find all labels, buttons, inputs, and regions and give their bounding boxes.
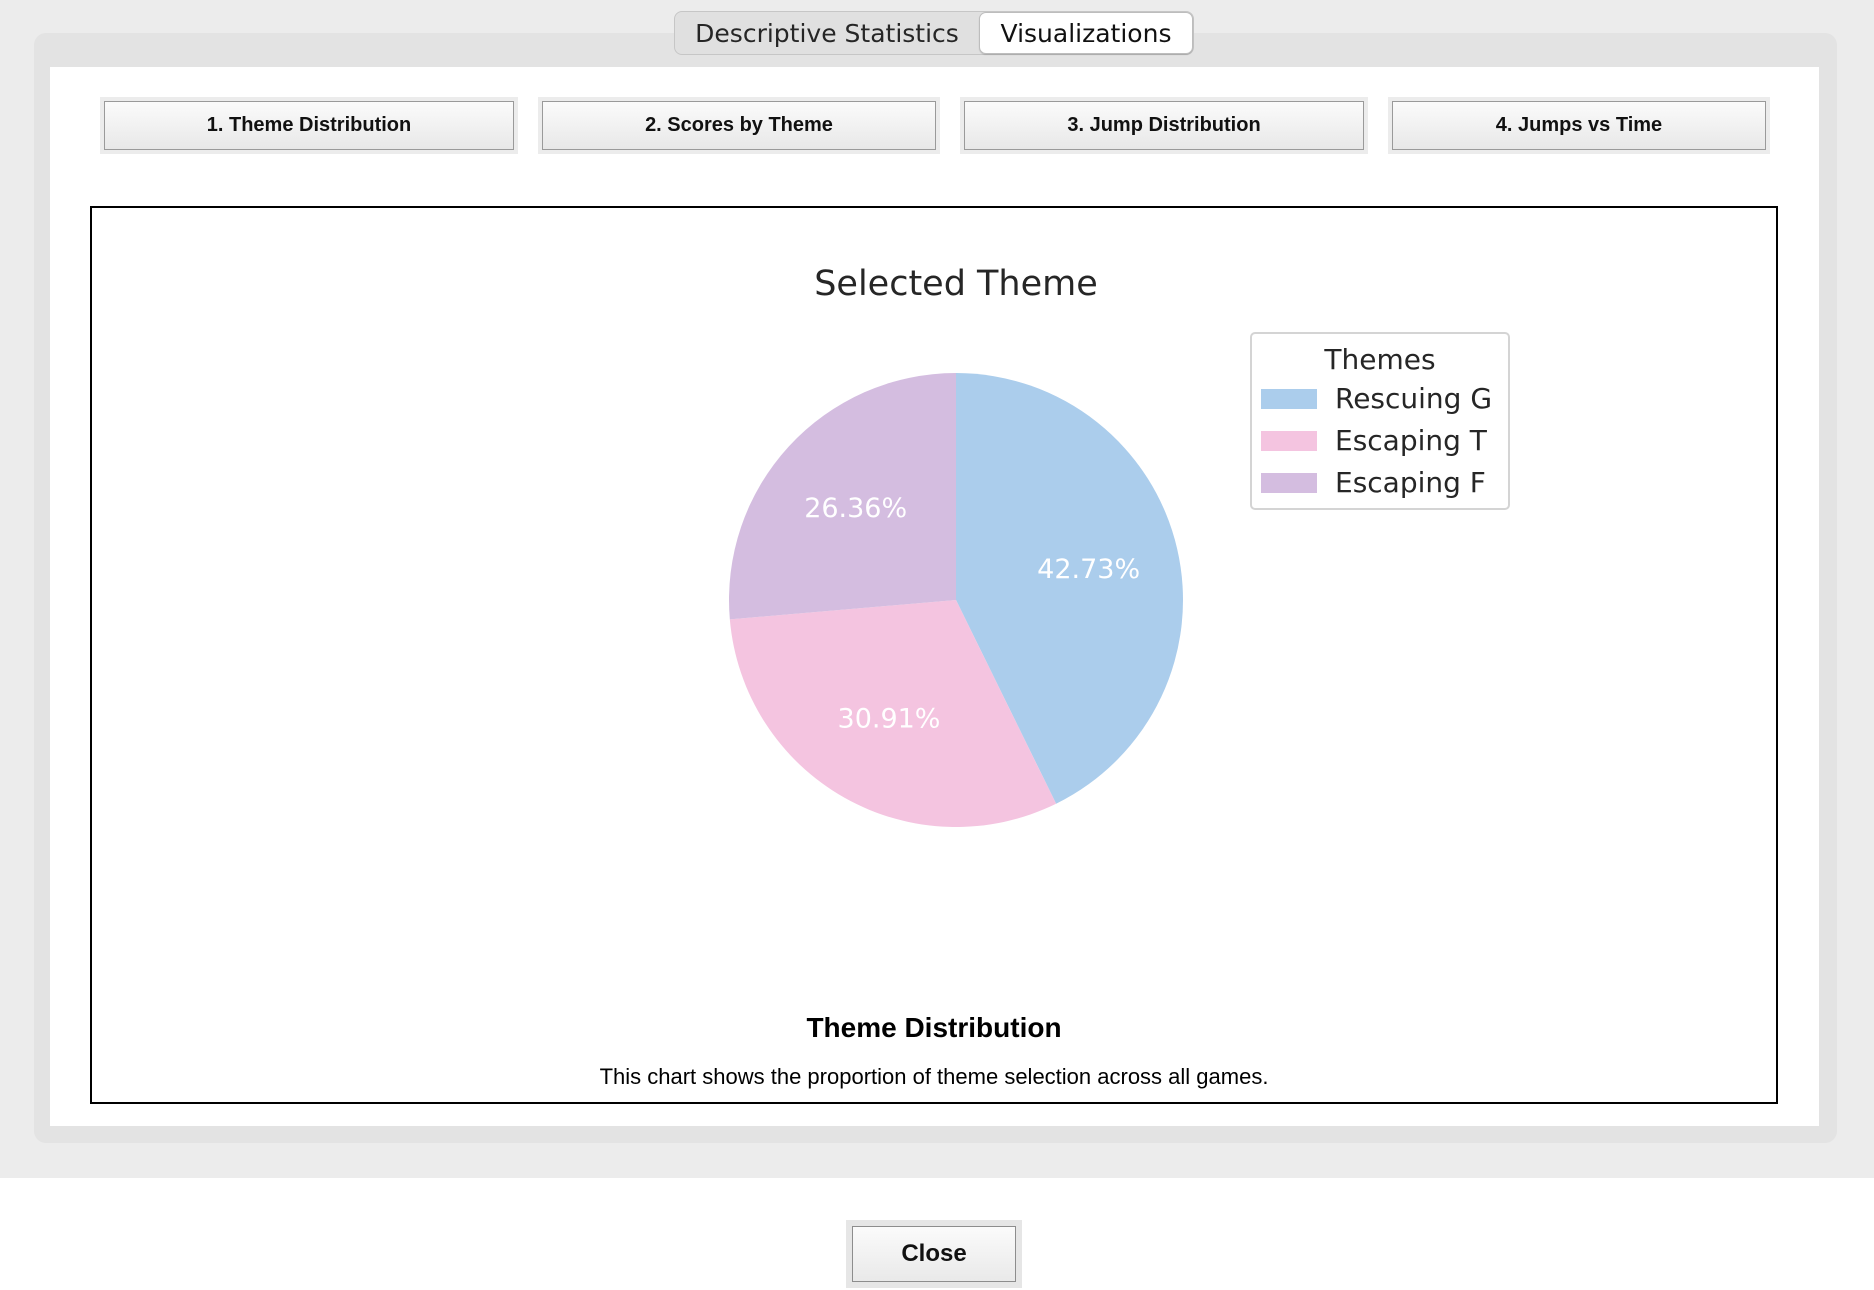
chart-caption-title: Theme Distribution [806, 1012, 1062, 1043]
scores-by-theme-button-label: 2. Scores by Theme [542, 101, 936, 150]
close-button-label: Close [852, 1226, 1016, 1282]
pie-slice-label: 30.91% [838, 704, 941, 735]
chart-frame: Selected Theme 42.73% 30.91% 26.36% Themes… [90, 206, 1778, 1104]
tab-visualizations[interactable]: Visualizations [979, 12, 1193, 54]
legend-label: Escaping F [1335, 466, 1486, 499]
legend-label: Escaping T [1335, 424, 1488, 457]
pie-slice-label: 26.36% [804, 493, 907, 524]
close-button[interactable]: Close [846, 1220, 1022, 1288]
theme-distribution-button[interactable]: 1. Theme Distribution [100, 97, 518, 154]
legend-swatch [1261, 389, 1317, 409]
scores-by-theme-button[interactable]: 2. Scores by Theme [538, 97, 940, 154]
tab-bar: Descriptive Statistics Visualizations [674, 11, 1194, 55]
pie-slices [729, 373, 1183, 827]
jumps-vs-time-button-label: 4. Jumps vs Time [1392, 101, 1766, 150]
jumps-vs-time-button[interactable]: 4. Jumps vs Time [1388, 97, 1770, 154]
chart-caption-text: This chart shows the proportion of theme… [599, 1064, 1269, 1089]
legend-items: Rescuing G Escaping T Escaping F [1261, 382, 1492, 499]
chart-title: Selected Theme [814, 264, 1098, 304]
legend-swatch [1261, 431, 1317, 451]
visualizations-panel: 1. Theme Distribution 2. Scores by Theme… [50, 67, 1819, 1126]
legend-title: Themes [1323, 343, 1435, 376]
legend-swatch [1261, 473, 1317, 493]
visualization-buttons: 1. Theme Distribution 2. Scores by Theme… [50, 67, 1819, 167]
pie-chart: Selected Theme 42.73% 30.91% 26.36% Themes… [729, 264, 1510, 827]
theme-distribution-button-label: 1. Theme Distribution [104, 101, 514, 150]
chart-legend: Themes Rescuing G Escaping T Escaping F [1250, 332, 1510, 510]
pie-slice-label: 42.73% [1037, 554, 1140, 585]
tab-descriptive-statistics[interactable]: Descriptive Statistics [675, 12, 979, 54]
jump-distribution-button[interactable]: 3. Jump Distribution [960, 97, 1368, 154]
jump-distribution-button-label: 3. Jump Distribution [964, 101, 1364, 150]
legend-label: Rescuing G [1335, 382, 1492, 415]
